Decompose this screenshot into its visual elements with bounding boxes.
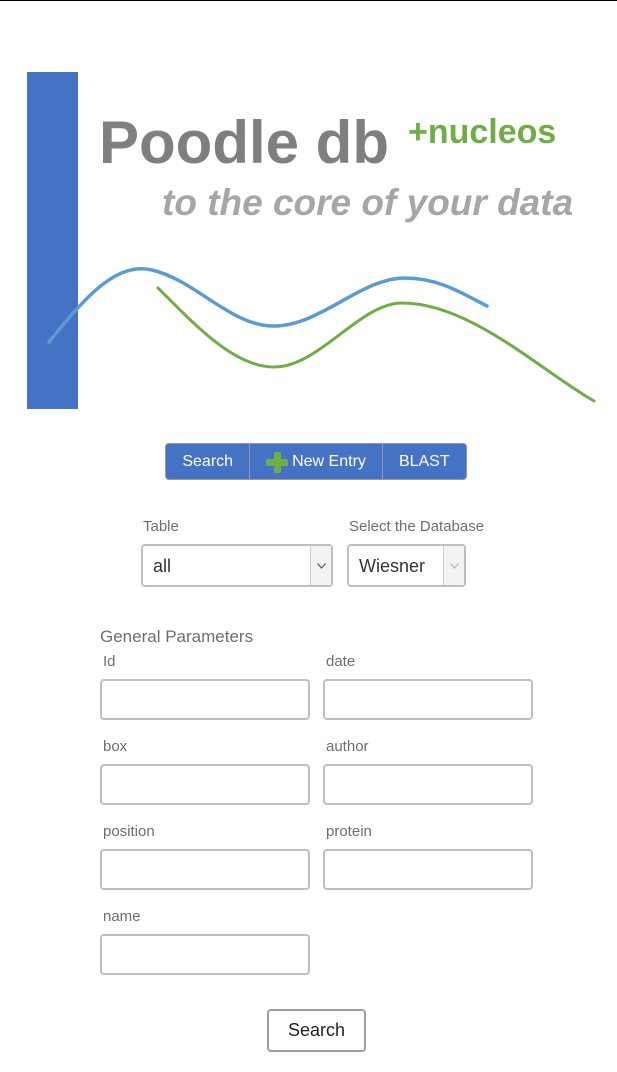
nav-blast-label: BLAST (398, 452, 450, 470)
nav-new-entry-label: New Entry (292, 452, 366, 470)
protein-field[interactable] (323, 849, 533, 890)
id-field[interactable] (100, 679, 310, 720)
database-select[interactable]: Wiesner (347, 544, 466, 587)
id-label: Id (103, 653, 116, 670)
author-label: author (326, 738, 369, 755)
nav-button-group: Search New Entry BLAST (165, 443, 467, 480)
general-parameters-title: General Parameters (100, 627, 254, 646)
name-label: name (103, 908, 141, 925)
nav-blast-button[interactable]: BLAST (382, 444, 466, 479)
date-field[interactable] (323, 679, 533, 720)
table-label: Table (143, 518, 179, 535)
box-field[interactable] (100, 764, 310, 805)
plus-icon (266, 451, 289, 473)
chevron-down-icon (443, 546, 464, 585)
nav-new-entry-button[interactable]: New Entry (250, 444, 383, 479)
green-wave (156, 286, 596, 403)
nav-search-label: Search (182, 452, 234, 470)
search-submit-button[interactable]: Search (267, 1009, 366, 1052)
logo-title: Poodle db (99, 109, 389, 176)
name-field[interactable] (100, 934, 310, 975)
table-select-value: all (153, 556, 172, 576)
search-submit-label: Search (287, 1020, 346, 1040)
database-label: Select the Database (349, 518, 485, 535)
logo-suffix: +nucleos (408, 113, 557, 151)
logo-tagline: to the core of your data (162, 182, 574, 223)
chevron-down-icon (310, 546, 331, 585)
date-label: date (326, 653, 356, 670)
blue-wave (47, 266, 489, 344)
top-divider (0, 0, 617, 1)
position-field[interactable] (100, 849, 310, 890)
table-select[interactable]: all (141, 544, 333, 587)
protein-label: protein (326, 823, 372, 840)
position-label: position (103, 823, 155, 840)
nav-search-button[interactable]: Search (166, 444, 251, 479)
logo-blue-bar (27, 72, 78, 409)
box-label: box (103, 738, 128, 755)
database-select-value: Wiesner (359, 556, 426, 576)
author-field[interactable] (323, 764, 533, 805)
